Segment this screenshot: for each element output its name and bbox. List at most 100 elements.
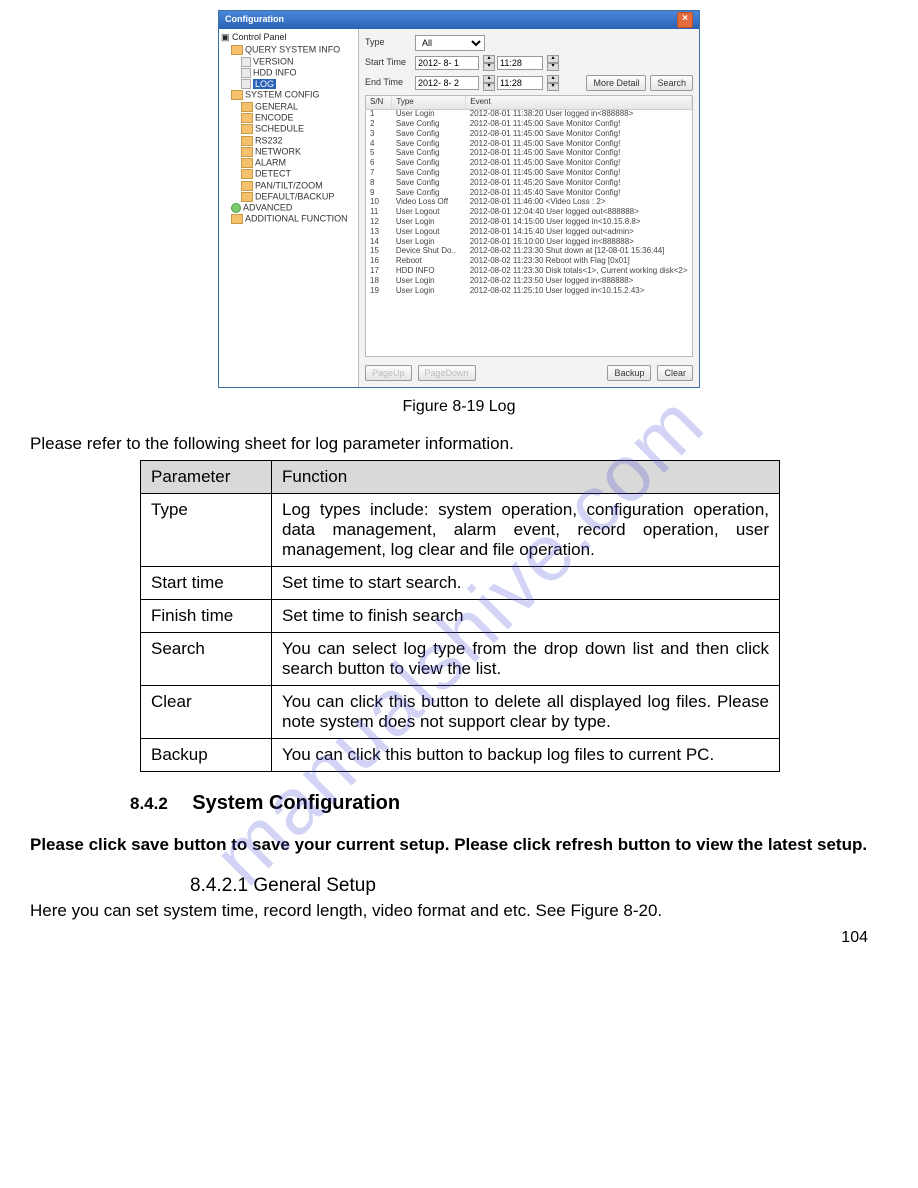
param-name: Start time bbox=[141, 567, 272, 600]
table-row[interactable]: 2Save Config2012-08-01 11:45:00 Save Mon… bbox=[366, 120, 692, 130]
tree-item-label: SCHEDULE bbox=[255, 124, 304, 134]
doc-icon bbox=[241, 68, 251, 78]
window-titlebar: Configuration × bbox=[219, 11, 699, 29]
close-icon[interactable]: × bbox=[677, 12, 693, 28]
tree-item[interactable]: ADDITIONAL FUNCTION bbox=[231, 214, 356, 225]
tree-item-label: QUERY SYSTEM INFO bbox=[245, 45, 340, 55]
time-spinner-icon[interactable]: ▴▾ bbox=[547, 75, 557, 91]
param-name: Backup bbox=[141, 739, 272, 772]
table-row: TypeLog types include: system operation,… bbox=[141, 494, 780, 567]
function-header: Function bbox=[272, 461, 780, 494]
param-function: You can click this button to delete all … bbox=[272, 686, 780, 739]
param-name: Search bbox=[141, 633, 272, 686]
table-row[interactable]: 13User Logout2012-08-01 14:15:40 User lo… bbox=[366, 227, 692, 237]
tree-item-label: SYSTEM CONFIG bbox=[245, 90, 320, 100]
search-button[interactable]: Search bbox=[650, 75, 693, 91]
type-select[interactable]: All bbox=[415, 35, 485, 51]
tree-item[interactable]: ADVANCED bbox=[231, 203, 356, 214]
tree-item-label: HDD INFO bbox=[253, 67, 297, 77]
table-row[interactable]: 18User Login2012-08-02 11:23:50 User log… bbox=[366, 276, 692, 286]
tree-item[interactable]: GENERAL bbox=[241, 101, 356, 112]
folder-icon bbox=[241, 124, 253, 134]
intro-text: Please refer to the following sheet for … bbox=[30, 434, 888, 454]
col-event[interactable]: Event bbox=[466, 96, 692, 109]
page-number: 104 bbox=[841, 929, 868, 947]
table-row[interactable]: 11User Logout2012-08-01 12:04:40 User lo… bbox=[366, 208, 692, 218]
tree-item[interactable]: ALARM bbox=[241, 158, 356, 169]
tree-item[interactable]: DEFAULT/BACKUP bbox=[241, 191, 356, 202]
doc-icon bbox=[241, 79, 251, 89]
tree-item[interactable]: SYSTEM CONFIG bbox=[231, 90, 356, 101]
tree-root[interactable]: ▣ Control Panel bbox=[221, 33, 356, 43]
folder-icon bbox=[231, 214, 243, 224]
tree-item-label: NETWORK bbox=[255, 146, 301, 156]
table-row[interactable]: 17HDD INFO2012-08-02 11:23:30 Disk total… bbox=[366, 267, 692, 277]
time-spinner-icon[interactable]: ▴▾ bbox=[547, 55, 557, 71]
table-row[interactable]: 19User Login2012-08-02 11:25:10 User log… bbox=[366, 286, 692, 296]
tree-item-label: RS232 bbox=[255, 135, 283, 145]
more-detail-button[interactable]: More Detail bbox=[586, 75, 646, 91]
folder-icon bbox=[241, 147, 253, 157]
table-row[interactable]: 14User Login2012-08-01 15:10:00 User log… bbox=[366, 237, 692, 247]
folder-icon bbox=[241, 181, 253, 191]
tree-item-label: DETECT bbox=[255, 169, 291, 179]
col-sn[interactable]: S/N bbox=[366, 96, 392, 109]
param-function: Log types include: system operation, con… bbox=[272, 494, 780, 567]
end-date-input[interactable] bbox=[415, 76, 479, 90]
tree-item-label: LOG bbox=[253, 79, 276, 89]
table-row[interactable]: 3Save Config2012-08-01 11:45:00 Save Mon… bbox=[366, 129, 692, 139]
tree-item[interactable]: LOG bbox=[241, 79, 356, 90]
page-up-button[interactable]: PageUp bbox=[365, 365, 412, 381]
start-time-label: Start Time bbox=[365, 58, 411, 68]
table-row[interactable]: 5Save Config2012-08-01 11:45:00 Save Mon… bbox=[366, 149, 692, 159]
table-row[interactable]: 15Device Shut Do..2012-08-02 11:23:30 Sh… bbox=[366, 247, 692, 257]
end-time-input[interactable] bbox=[497, 76, 543, 90]
folder-icon bbox=[231, 90, 243, 100]
table-row: SearchYou can select log type from the d… bbox=[141, 633, 780, 686]
table-row[interactable]: 1User Login2012-08-01 11:38:20 User logg… bbox=[366, 109, 692, 119]
tree-item[interactable]: DETECT bbox=[241, 169, 356, 180]
tree-item[interactable]: ENCODE bbox=[241, 112, 356, 123]
table-row[interactable]: 4Save Config2012-08-01 11:45:00 Save Mon… bbox=[366, 139, 692, 149]
start-date-input[interactable] bbox=[415, 56, 479, 70]
table-row: Finish timeSet time to finish search bbox=[141, 600, 780, 633]
log-table: S/N Type Event 1User Login2012-08-01 11:… bbox=[365, 95, 693, 357]
table-row[interactable]: 8Save Config2012-08-01 11:45:20 Save Mon… bbox=[366, 178, 692, 188]
tree-item[interactable]: QUERY SYSTEM INFO bbox=[231, 45, 356, 56]
date-spinner-icon[interactable]: ▴▾ bbox=[483, 55, 493, 71]
tree-item[interactable]: RS232 bbox=[241, 135, 356, 146]
tree-item-label: DEFAULT/BACKUP bbox=[255, 191, 334, 201]
tree-item-label: GENERAL bbox=[255, 101, 298, 111]
param-header: Parameter bbox=[141, 461, 272, 494]
table-row[interactable]: 16Reboot2012-08-02 11:23:30 Reboot with … bbox=[366, 257, 692, 267]
table-row[interactable]: 10Video Loss Off2012-08-01 11:46:00 <Vid… bbox=[366, 198, 692, 208]
doc-icon bbox=[241, 57, 251, 67]
subsection-heading: 8.4.2.1 General Setup bbox=[190, 875, 888, 897]
folder-icon bbox=[241, 192, 253, 202]
folder-icon bbox=[241, 169, 253, 179]
subsection-text: Here you can set system time, record len… bbox=[30, 901, 888, 921]
window-title: Configuration bbox=[225, 15, 284, 25]
folder-icon bbox=[241, 102, 253, 112]
tree-item[interactable]: NETWORK bbox=[241, 146, 356, 157]
table-row[interactable]: 9Save Config2012-08-01 11:45:40 Save Mon… bbox=[366, 188, 692, 198]
table-row[interactable]: 12User Login2012-08-01 14:15:00 User log… bbox=[366, 218, 692, 228]
page-down-button[interactable]: PageDown bbox=[418, 365, 476, 381]
col-type[interactable]: Type bbox=[392, 96, 466, 109]
tree-item-label: ADVANCED bbox=[243, 202, 292, 212]
start-time-input[interactable] bbox=[497, 56, 543, 70]
table-row[interactable]: 7Save Config2012-08-01 11:45:00 Save Mon… bbox=[366, 169, 692, 179]
date-spinner-icon[interactable]: ▴▾ bbox=[483, 75, 493, 91]
green-icon bbox=[231, 203, 241, 213]
backup-button[interactable]: Backup bbox=[607, 365, 651, 381]
tree-item[interactable]: HDD INFO bbox=[241, 67, 356, 78]
clear-button[interactable]: Clear bbox=[657, 365, 693, 381]
table-row: ClearYou can click this button to delete… bbox=[141, 686, 780, 739]
tree-item-label: ADDITIONAL FUNCTION bbox=[245, 214, 348, 224]
table-row[interactable]: 6Save Config2012-08-01 11:45:00 Save Mon… bbox=[366, 159, 692, 169]
folder-icon bbox=[241, 113, 253, 123]
tree-item[interactable]: VERSION bbox=[241, 56, 356, 67]
param-name: Clear bbox=[141, 686, 272, 739]
tree-item[interactable]: PAN/TILT/ZOOM bbox=[241, 180, 356, 191]
tree-item[interactable]: SCHEDULE bbox=[241, 124, 356, 135]
